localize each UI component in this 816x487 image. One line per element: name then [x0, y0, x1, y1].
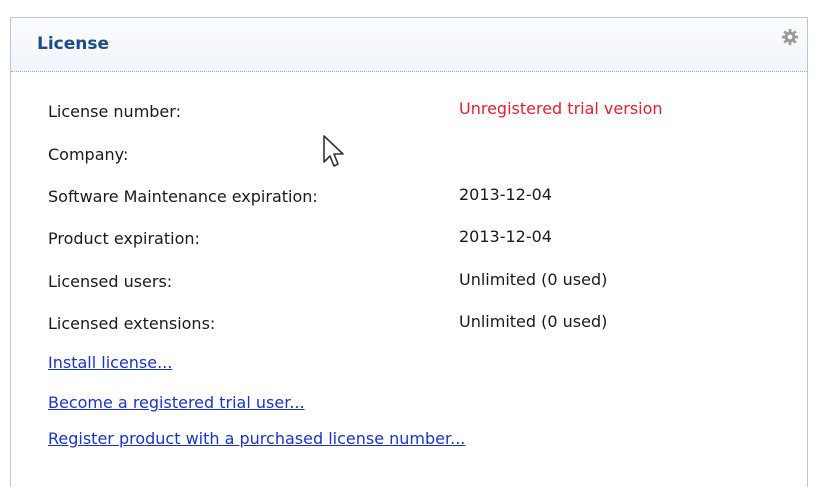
licensed-users-label: Licensed users: — [48, 272, 173, 291]
panel-header: License — [11, 18, 807, 72]
licensed-users-value: Unlimited (0 used) — [459, 270, 608, 289]
license-number-value: Unregistered trial version — [459, 99, 663, 118]
maintenance-expiration-label: Software Maintenance expiration: — [48, 187, 318, 206]
licensed-extensions-value: Unlimited (0 used) — [459, 312, 608, 331]
install-license-link[interactable]: Install license... — [48, 353, 172, 373]
licensed-extensions-label: Licensed extensions: — [48, 314, 216, 333]
company-label: Company: — [48, 145, 129, 164]
product-expiration-value: 2013-12-04 — [459, 227, 552, 246]
maintenance-expiration-value: 2013-12-04 — [459, 185, 552, 204]
panel-title: License — [37, 34, 110, 54]
mouse-cursor-icon — [323, 135, 344, 167]
register-product-link[interactable]: Register product with a purchased licens… — [48, 429, 465, 449]
gear-icon[interactable] — [781, 28, 799, 46]
license-number-label: License number: — [48, 102, 181, 121]
product-expiration-label: Product expiration: — [48, 229, 200, 248]
license-panel: License — [10, 17, 808, 487]
become-registered-trial-user-link[interactable]: Become a registered trial user... — [48, 393, 305, 413]
